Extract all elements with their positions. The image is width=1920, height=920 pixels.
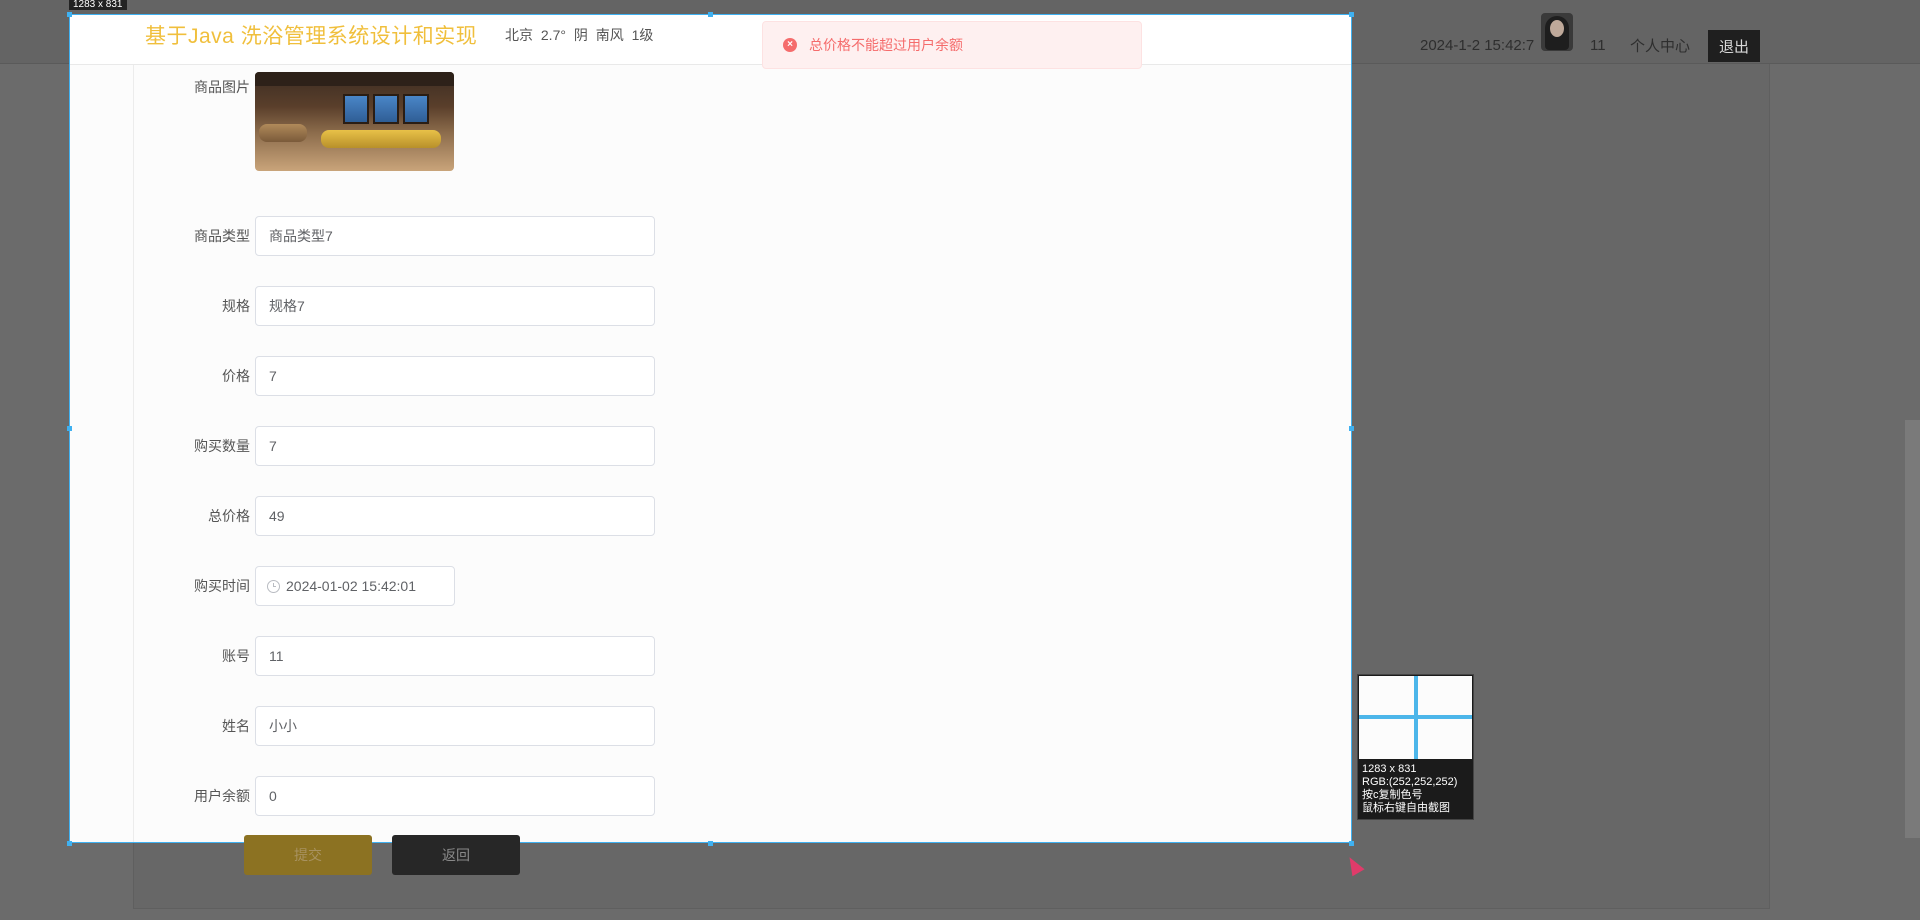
price-input[interactable]: 7 [255, 356, 655, 396]
magnifier-hint-right: 鼠标右键自由截图 [1362, 802, 1450, 814]
form-row-balance: 用户余额 0 [70, 776, 1351, 816]
header-username: 11 [1590, 36, 1606, 54]
type-input[interactable]: 商品类型7 [255, 216, 655, 256]
name-input[interactable]: 小小 [255, 706, 655, 746]
total-price-input[interactable]: 49 [255, 496, 655, 536]
image-window [343, 94, 369, 124]
magnifier-panel: 1283 x 831 RGB:(252,252,252) 按c复制色号 鼠标右键… [1357, 674, 1474, 820]
resize-handle[interactable] [708, 12, 713, 17]
magnifier-rgb: RGB:(252,252,252) [1362, 776, 1458, 788]
error-toast: × 总价格不能超过用户余额 [762, 21, 1142, 69]
form-label: 姓名 [222, 718, 250, 734]
form-label: 用户余额 [194, 788, 250, 804]
resize-handle[interactable] [1349, 841, 1354, 846]
form-label: 购买数量 [194, 438, 250, 454]
back-button[interactable]: 返回 [392, 835, 520, 875]
error-icon: × [783, 38, 797, 52]
magnifier-view [1359, 676, 1472, 759]
resize-handle[interactable] [1349, 12, 1354, 17]
resize-handle[interactable] [67, 426, 72, 431]
form-row-image: 商品图片 [70, 72, 1351, 172]
form-row-type: 商品类型 商品类型7 [70, 216, 1351, 256]
capture-frame: 基于Java 洗浴管理系统设计和实现 北京 2.7° 阴 南风 1级 商品图片 … [69, 14, 1352, 843]
avatar-face [1550, 20, 1564, 37]
clock-icon [267, 580, 280, 593]
form-row-total: 总价格 49 [70, 496, 1351, 536]
form-label: 购买时间 [194, 578, 250, 594]
image-window [373, 94, 399, 124]
capture-size-label: 1283 x 831 [69, 0, 127, 10]
product-image[interactable] [255, 72, 454, 171]
form-row-purchase-time: 购买时间 2024-01-02 15:42:01 [70, 566, 1351, 606]
image-cabinet [259, 124, 307, 142]
site-title: 基于Java 洗浴管理系统设计和实现 [145, 25, 478, 48]
magnifier-info: 1283 x 831 RGB:(252,252,252) 按c复制色号 鼠标右键… [1362, 763, 1457, 815]
personal-center-link[interactable]: 个人中心 [1630, 30, 1690, 60]
form-label: 账号 [222, 648, 250, 664]
form-row-spec: 规格 规格7 [70, 286, 1351, 326]
magnifier-hint-copy: 按c复制色号 [1362, 789, 1423, 801]
form-label: 总价格 [208, 508, 250, 524]
form-label: 商品图片 [194, 79, 250, 95]
logout-button[interactable]: 退出 [1708, 30, 1760, 62]
image-ceiling [255, 72, 454, 86]
resize-handle[interactable] [1349, 426, 1354, 431]
image-window [403, 94, 429, 124]
form-row-account: 账号 11 [70, 636, 1351, 676]
toast-message: 总价格不能超过用户余额 [809, 37, 963, 53]
purchase-time-value: 2024-01-02 15:42:01 [286, 578, 416, 594]
purchase-time-picker[interactable]: 2024-01-02 15:42:01 [255, 566, 455, 606]
spec-input[interactable]: 规格7 [255, 286, 655, 326]
site-header: 基于Java 洗浴管理系统设计和实现 北京 2.7° 阴 南风 1级 [70, 15, 1351, 65]
quantity-input[interactable]: 7 [255, 426, 655, 466]
avatar[interactable] [1541, 13, 1573, 51]
resize-handle[interactable] [708, 841, 713, 846]
weather-info: 北京 2.7° 阴 南风 1级 [505, 27, 654, 43]
form-row-quantity: 购买数量 7 [70, 426, 1351, 466]
account-input[interactable]: 11 [255, 636, 655, 676]
header-datetime: 2024-1-2 15:42:7 [1420, 36, 1535, 54]
resize-handle[interactable] [67, 12, 72, 17]
image-tub [321, 130, 441, 148]
form-row-name: 姓名 小小 [70, 706, 1351, 746]
form-label: 规格 [222, 298, 250, 314]
form-label: 价格 [222, 368, 250, 384]
submit-button[interactable]: 提交 [244, 835, 372, 875]
balance-input[interactable]: 0 [255, 776, 655, 816]
scrollbar-thumb[interactable] [1905, 420, 1920, 838]
crosshair-vertical [1414, 676, 1418, 759]
form-row-price: 价格 7 [70, 356, 1351, 396]
form-label: 商品类型 [194, 228, 250, 244]
magnifier-size: 1283 x 831 [1362, 763, 1417, 775]
resize-handle[interactable] [67, 841, 72, 846]
